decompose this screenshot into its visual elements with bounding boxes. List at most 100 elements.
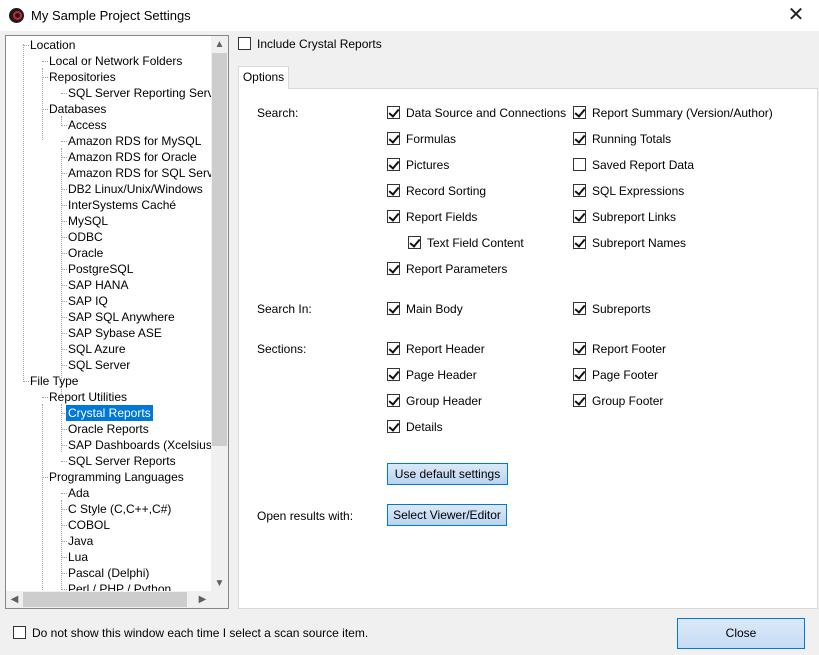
tab-options[interactable]: Options	[238, 66, 289, 89]
running-totals-checkbox[interactable]	[573, 132, 586, 145]
details-label: Details	[406, 420, 443, 434]
tree-item[interactable]: SAP Dashboards (Xcelsius)	[66, 437, 211, 453]
tree-item[interactable]: Programming Languages	[47, 469, 186, 485]
do-not-show-checkbox[interactable]	[13, 626, 26, 639]
subreport-links-label: Subreport Links	[592, 210, 677, 224]
scroll-right-arrow-icon[interactable]: ▶	[194, 591, 211, 608]
tree-item[interactable]: Databases	[47, 101, 108, 117]
text-field-content-label: Text Field Content	[427, 236, 524, 250]
main-body-label: Main Body	[406, 302, 463, 316]
group-footer-checkbox[interactable]	[573, 394, 586, 407]
include-crystal-reports-checkbox[interactable]	[238, 37, 251, 50]
data-source-and-connections-label: Data Source and Connections	[406, 106, 567, 120]
formulas-checkbox[interactable]	[387, 132, 400, 145]
tree-guide-line	[61, 500, 62, 592]
window-title: My Sample Project Settings	[31, 8, 191, 23]
tree-item[interactable]: Location	[28, 37, 77, 53]
search-in-label: Search In:	[257, 302, 312, 316]
tree-item[interactable]: Pascal (Delphi)	[66, 565, 151, 581]
tree-item[interactable]: MySQL	[66, 213, 110, 229]
sql-expressions-label: SQL Expressions	[592, 184, 685, 198]
scroll-up-arrow-icon[interactable]: ▲	[211, 36, 228, 53]
report-fields-checkbox[interactable]	[387, 210, 400, 223]
close-button[interactable]: Close	[677, 618, 805, 649]
details-checkbox[interactable]	[387, 420, 400, 433]
tree-item[interactable]: C Style (C,C++,C#)	[66, 501, 173, 517]
tree-item[interactable]: Amazon RDS for MySQL	[66, 133, 203, 149]
scroll-thumb[interactable]	[212, 53, 227, 446]
group-footer-label: Group Footer	[592, 394, 664, 408]
tree-item[interactable]: Ada	[66, 485, 91, 501]
tree-item[interactable]: Amazon RDS for Oracle	[66, 149, 199, 165]
subreport-links-checkbox[interactable]	[573, 210, 586, 223]
report-parameters-checkbox[interactable]	[387, 262, 400, 275]
formulas-label: Formulas	[406, 132, 457, 146]
tree-item[interactable]: Java	[66, 533, 95, 549]
sql-expressions-checkbox[interactable]	[573, 184, 586, 197]
scroll-thumb[interactable]	[23, 592, 187, 607]
include-crystal-reports-label: Include Crystal Reports	[257, 37, 382, 51]
data-source-and-connections-checkbox[interactable]	[387, 106, 400, 119]
tree-item[interactable]: Oracle	[66, 245, 105, 261]
sections-label: Sections:	[257, 342, 307, 356]
tree-horizontal-scrollbar[interactable]: ◀ ▶	[6, 591, 228, 608]
subreports-label: Subreports	[592, 302, 651, 316]
tree-item[interactable]: Crystal Reports	[66, 405, 153, 421]
page-footer-checkbox[interactable]	[573, 368, 586, 381]
tree-item[interactable]: Oracle Reports	[66, 421, 151, 437]
tree-item[interactable]: COBOL	[66, 517, 112, 533]
running-totals-label: Running Totals	[592, 132, 672, 146]
tree-item[interactable]: DB2 Linux/Unix/Windows	[66, 181, 205, 197]
options-tab-panel	[238, 88, 818, 609]
page-header-checkbox[interactable]	[387, 368, 400, 381]
source-tree[interactable]: Location Local or Network Folders Reposito…	[5, 35, 229, 609]
scroll-left-arrow-icon[interactable]: ◀	[6, 591, 23, 608]
tree-item[interactable]: PostgreSQL	[66, 261, 135, 277]
subreports-checkbox[interactable]	[573, 302, 586, 315]
text-field-content-checkbox[interactable]	[408, 236, 421, 249]
tree-item[interactable]: SAP SQL Anywhere	[66, 309, 177, 325]
tree-guide-line	[61, 116, 62, 124]
tree-item[interactable]: File Type	[28, 373, 80, 389]
tree-item[interactable]: ODBC	[66, 229, 105, 245]
use-default-settings-button[interactable]: Use default settings	[387, 463, 508, 485]
tree-item[interactable]: Lua	[66, 549, 90, 565]
tree-content: Location Local or Network Folders Reposito…	[6, 36, 211, 592]
scroll-down-arrow-icon[interactable]: ▼	[211, 575, 228, 592]
select-viewer-editor-button[interactable]: Select Viewer/Editor	[387, 504, 507, 526]
saved-report-data-checkbox[interactable]	[573, 158, 586, 171]
tree-item[interactable]: SAP Sybase ASE	[66, 325, 164, 341]
report-footer-checkbox[interactable]	[573, 342, 586, 355]
tree-item[interactable]: SAP HANA	[66, 277, 130, 293]
close-window-button[interactable]: ✕	[773, 0, 819, 31]
tree-item[interactable]: SQL Azure	[66, 341, 128, 357]
open-results-label: Open results with:	[257, 509, 354, 523]
pictures-checkbox[interactable]	[387, 158, 400, 171]
tree-item[interactable]: SAP IQ	[66, 293, 110, 309]
record-sorting-checkbox[interactable]	[387, 184, 400, 197]
app-logo-icon	[9, 8, 24, 23]
tree-item[interactable]: SQL Server	[66, 357, 132, 373]
tree-item[interactable]: Local or Network Folders	[47, 53, 184, 69]
tree-item[interactable]: SQL Server Reporting Service	[66, 85, 211, 101]
record-sorting-label: Record Sorting	[406, 184, 487, 198]
report-parameters-label: Report Parameters	[406, 262, 508, 276]
tree-item[interactable]: Access	[66, 117, 109, 133]
title-bar: My Sample Project Settings ✕	[0, 0, 819, 31]
tree-guide-line	[42, 404, 43, 592]
group-header-checkbox[interactable]	[387, 394, 400, 407]
group-header-label: Group Header	[406, 394, 483, 408]
tree-item[interactable]: Repositories	[47, 69, 118, 85]
pictures-label: Pictures	[406, 158, 450, 172]
subreport-names-checkbox[interactable]	[573, 236, 586, 249]
report-header-checkbox[interactable]	[387, 342, 400, 355]
tree-item[interactable]: InterSystems Caché	[66, 197, 178, 213]
tree-guide-line	[23, 44, 24, 380]
report-header-label: Report Header	[406, 342, 485, 356]
report-summary-version-author-checkbox[interactable]	[573, 106, 586, 119]
tree-item[interactable]: Report Utilities	[47, 389, 129, 405]
main-body-checkbox[interactable]	[387, 302, 400, 315]
tree-item[interactable]: Amazon RDS for SQL Server	[66, 165, 211, 181]
tree-item[interactable]: SQL Server Reports	[66, 453, 178, 469]
tree-vertical-scrollbar[interactable]: ▲ ▼	[211, 36, 228, 592]
